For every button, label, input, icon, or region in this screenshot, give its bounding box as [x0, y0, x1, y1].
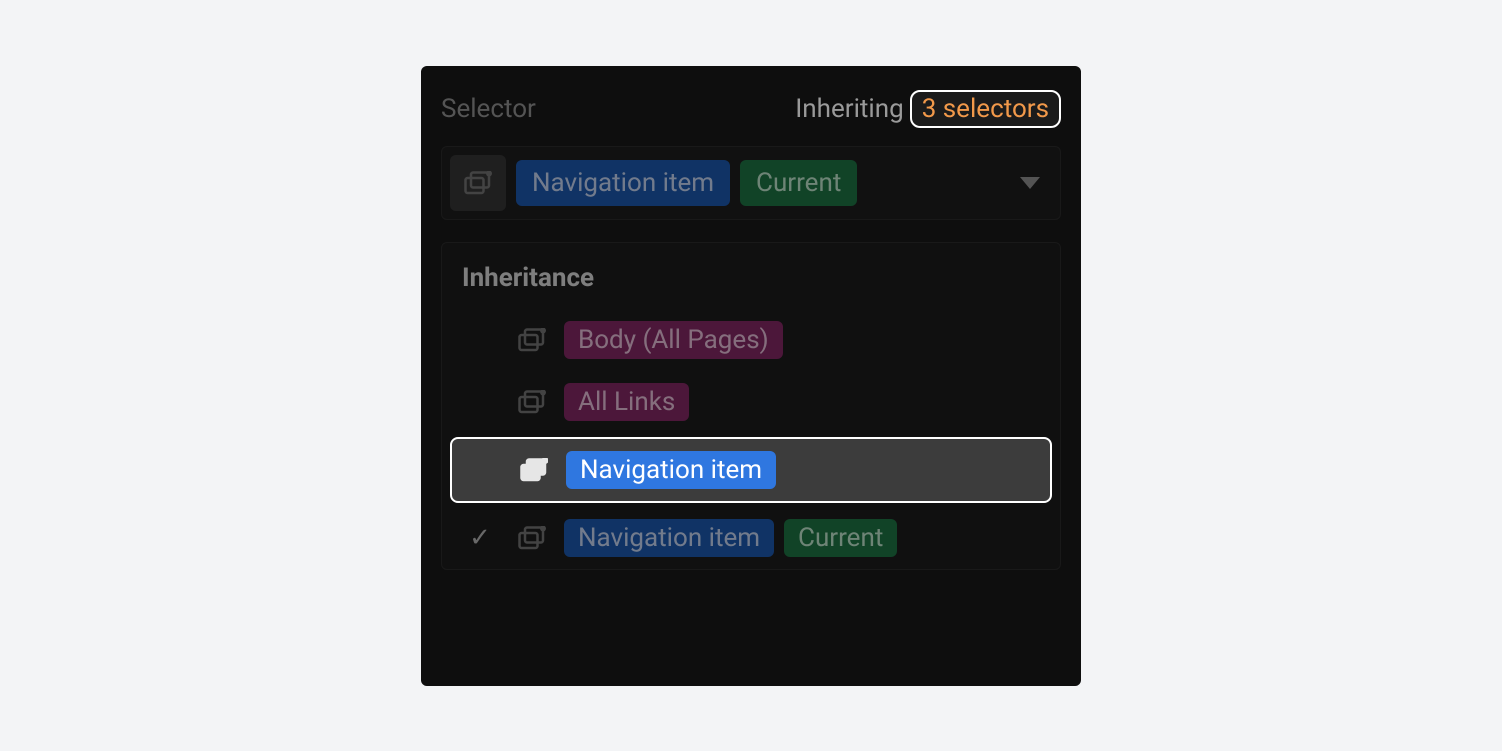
row-icon	[514, 458, 554, 482]
inheritance-panel: Inheritance Body (All Pages) All Links Nav…	[441, 242, 1061, 570]
inheritance-tag[interactable]: Current	[784, 519, 897, 557]
inheritance-row[interactable]: Body (All Pages)	[442, 309, 1060, 371]
layer-icon	[518, 526, 546, 550]
inheritance-tag[interactable]: Body (All Pages)	[564, 321, 783, 359]
row-check: ✓	[460, 523, 500, 553]
row-tags: Navigation item Current	[564, 519, 1042, 557]
inheritance-row[interactable]: ✓ Navigation item Current	[442, 507, 1060, 569]
inheriting-count-badge[interactable]: 3 selectors	[910, 90, 1061, 128]
chevron-down-icon	[1020, 177, 1040, 189]
selector-panel: Selector Inheriting 3 selectors Navigati…	[421, 66, 1081, 686]
layer-icon	[520, 458, 548, 482]
row-tags: Navigation item	[566, 451, 1040, 489]
check-icon: ✓	[469, 523, 491, 553]
selector-header: Selector Inheriting 3 selectors	[441, 90, 1061, 128]
row-tags: Body (All Pages)	[564, 321, 1042, 359]
inheritance-title: Inheritance	[442, 243, 1060, 309]
layer-icon	[518, 390, 546, 414]
row-tags: All Links	[564, 383, 1042, 421]
row-icon	[512, 328, 552, 352]
selector-input-bar[interactable]: Navigation item Current	[441, 146, 1061, 220]
row-icon	[512, 526, 552, 550]
inheriting-wrap: Inheriting 3 selectors	[795, 90, 1061, 128]
selector-label: Selector	[441, 94, 536, 124]
selector-dropdown-button[interactable]	[1008, 155, 1052, 211]
inheriting-label: Inheriting	[795, 94, 903, 124]
layer-icon	[518, 328, 546, 352]
inheritance-row[interactable]: Navigation item	[450, 437, 1052, 503]
class-tag[interactable]: Navigation item	[516, 160, 730, 206]
inheritance-tag[interactable]: Navigation item	[564, 519, 774, 557]
row-icon	[512, 390, 552, 414]
selector-type-button[interactable]	[450, 155, 506, 211]
state-tag[interactable]: Current	[740, 160, 857, 206]
inheritance-tag[interactable]: All Links	[564, 383, 689, 421]
layer-icon	[464, 171, 492, 195]
inheritance-tag[interactable]: Navigation item	[566, 451, 776, 489]
inheritance-row[interactable]: All Links	[442, 371, 1060, 433]
